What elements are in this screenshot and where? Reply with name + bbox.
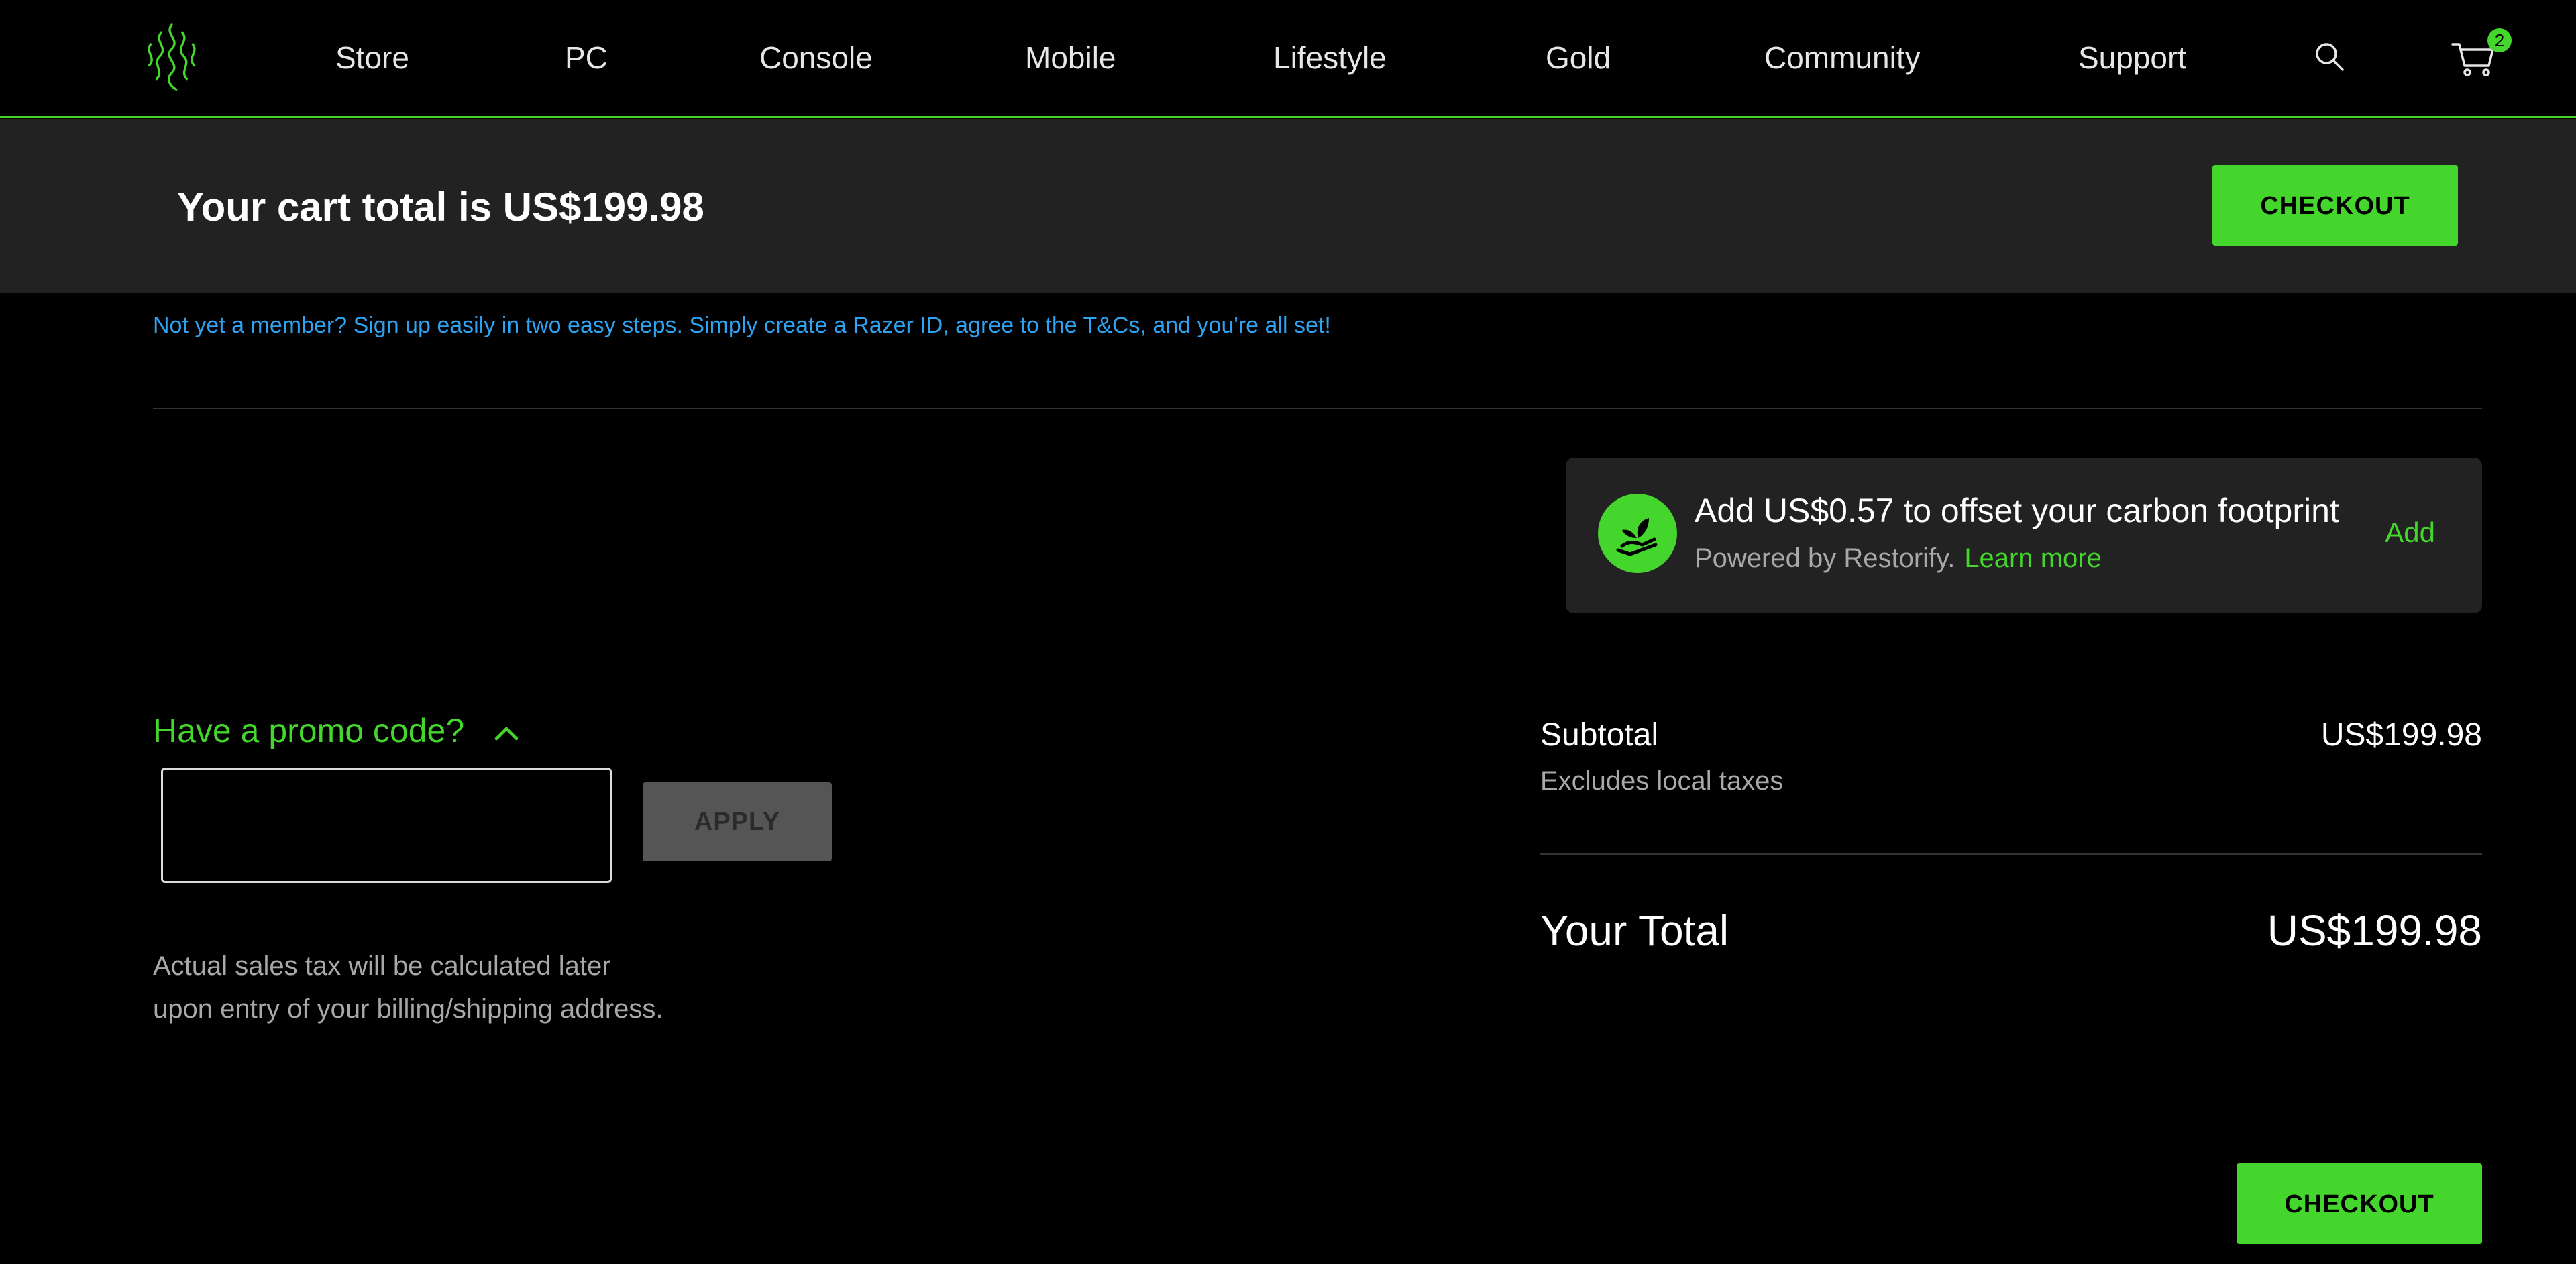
- learn-more-link[interactable]: Learn more: [1964, 543, 2102, 573]
- cart-total-bar: Your cart total is US$199.98 CHECKOUT: [0, 119, 2576, 293]
- promo-code-toggle[interactable]: Have a promo code?: [153, 711, 519, 750]
- apply-promo-button[interactable]: APPLY: [643, 782, 832, 861]
- carbon-offset-title: Add US$0.57 to offset your carbon footpr…: [1695, 492, 2339, 529]
- carbon-offset-card: Add US$0.57 to offset your carbon footpr…: [1566, 458, 2482, 613]
- nav-community[interactable]: Community: [1764, 39, 1921, 76]
- total-label: Your Total: [1540, 906, 1729, 955]
- total-value: US$199.98: [2267, 906, 2482, 955]
- powered-by-text: Powered by Restorify.: [1695, 543, 1955, 573]
- add-carbon-offset-button[interactable]: Add: [2385, 517, 2435, 549]
- nav-console[interactable]: Console: [759, 39, 873, 76]
- razer-logo-icon[interactable]: [134, 19, 209, 94]
- nav-pc[interactable]: PC: [565, 39, 608, 76]
- sales-tax-note-line-1: Actual sales tax will be calculated late…: [153, 951, 611, 981]
- summary-divider: [1540, 853, 2482, 855]
- member-signup-link[interactable]: Not yet a member? Sign up easily in two …: [153, 313, 1331, 339]
- carbon-powered-by: Powered by Restorify. Learn more: [1695, 543, 2102, 574]
- checkout-button-bottom[interactable]: CHECKOUT: [2237, 1163, 2482, 1244]
- section-divider: [153, 408, 2482, 409]
- nav-support[interactable]: Support: [2078, 39, 2186, 76]
- subtotal-note: Excludes local taxes: [1540, 766, 1784, 796]
- cart-total-text: Your cart total is US$199.98: [177, 185, 704, 229]
- sales-tax-note: Actual sales tax will be calculated late…: [153, 945, 663, 1031]
- nav-gold[interactable]: Gold: [1546, 39, 1611, 76]
- nav-store[interactable]: Store: [335, 39, 409, 76]
- promo-code-input[interactable]: [161, 768, 612, 883]
- nav-lifestyle[interactable]: Lifestyle: [1273, 39, 1387, 76]
- sales-tax-note-line-2: upon entry of your billing/shipping addr…: [153, 994, 663, 1024]
- promo-code-label: Have a promo code?: [153, 712, 465, 749]
- cart-count-badge: 2: [2487, 28, 2512, 52]
- subtotal-value: US$199.98: [2320, 717, 2482, 753]
- checkout-button-top[interactable]: CHECKOUT: [2212, 165, 2458, 246]
- nav-mobile[interactable]: Mobile: [1025, 39, 1116, 76]
- chevron-up-icon: [494, 727, 519, 741]
- carbon-offset-leaf-icon: [1598, 494, 1677, 573]
- subtotal-label: Subtotal: [1540, 717, 1659, 753]
- top-navigation: Store PC Console Mobile Lifestyle Gold C…: [0, 0, 2576, 118]
- search-icon[interactable]: [2313, 40, 2347, 74]
